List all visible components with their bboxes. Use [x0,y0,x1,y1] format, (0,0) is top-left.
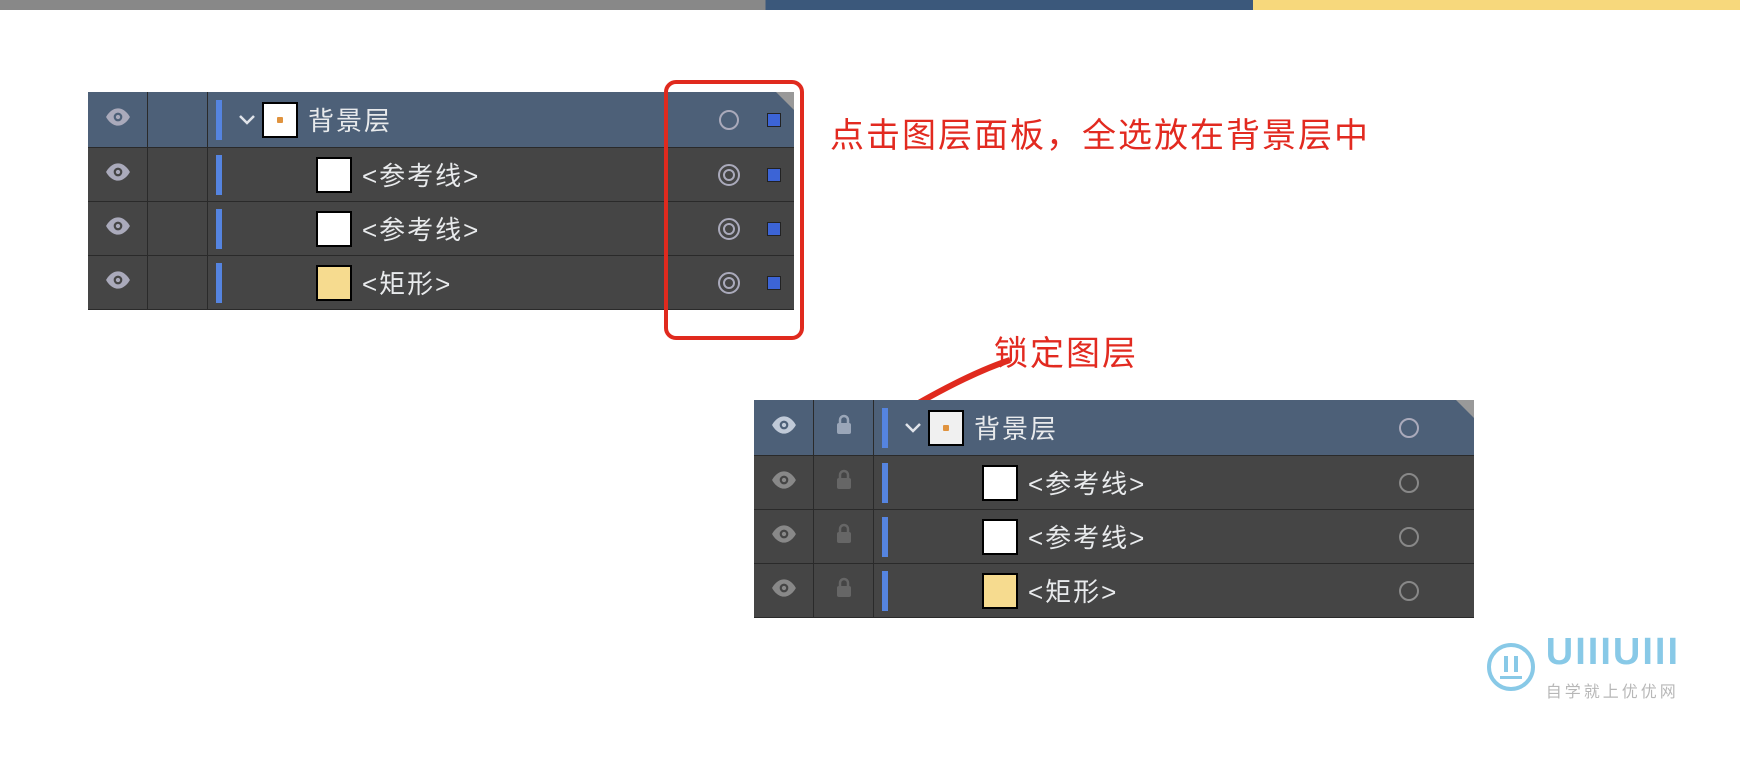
eye-icon [771,524,797,549]
eye-icon [771,415,797,440]
layer-name[interactable]: 背景层 [974,409,1384,446]
layer-color-indicator [882,408,888,448]
target-indicator[interactable] [1384,456,1434,509]
annotation-highlight-box [664,80,804,340]
layer-color-indicator [882,463,888,503]
visibility-toggle[interactable] [754,400,814,455]
visibility-toggle[interactable] [754,456,814,509]
layer-name[interactable]: <参考线> [1028,464,1384,501]
annotation-text-lock-layer: 锁定图层 [994,326,1138,375]
layer-thumbnail [316,265,352,301]
layer-thumbnail [316,157,352,193]
layers-panel-2: 背景层 <参考线> <参考线> <矩形> [754,400,1474,618]
eye-icon [105,270,131,295]
layer-name[interactable]: 背景层 [308,101,704,138]
layer-thumbnail [928,410,964,446]
target-indicator[interactable] [1384,564,1434,617]
eye-icon [771,470,797,495]
eye-icon [105,162,131,187]
layer-thumbnail [316,211,352,247]
visibility-toggle[interactable] [88,148,148,201]
layer-color-indicator [216,263,222,303]
visibility-toggle[interactable] [88,202,148,255]
annotation-text-select-all: 点击图层面板，全选放在背景层中 [830,108,1370,157]
layer-name[interactable]: <参考线> [1028,518,1384,555]
lock-toggle[interactable] [814,400,874,455]
expand-toggle[interactable] [898,422,928,434]
watermark-tagline: 自学就上优优网 [1546,678,1680,702]
eye-icon [771,578,797,603]
lock-icon [834,414,854,441]
visibility-toggle[interactable] [88,92,148,147]
layer-name[interactable]: <参考线> [362,156,704,193]
lock-toggle[interactable] [814,456,874,509]
panel-corner-tag [1456,400,1474,418]
eye-icon [105,107,131,132]
lock-icon [834,523,854,550]
target-indicator[interactable] [1384,400,1434,455]
layer-row[interactable]: <参考线> [754,510,1474,564]
eye-icon [105,216,131,241]
layer-name[interactable]: <矩形> [362,264,704,301]
layer-color-indicator [882,517,888,557]
lock-icon [834,577,854,604]
visibility-toggle[interactable] [754,564,814,617]
layer-thumbnail [982,573,1018,609]
expand-toggle[interactable] [232,114,262,126]
top-color-bar [0,0,1740,10]
watermark: UIIIUIII 自学就上优优网 [1486,631,1680,702]
layer-thumbnail [982,465,1018,501]
lock-toggle[interactable] [814,564,874,617]
layer-color-indicator [216,209,222,249]
layer-thumbnail [262,102,298,138]
layer-name[interactable]: <矩形> [1028,572,1384,609]
layer-name[interactable]: <参考线> [362,210,704,247]
layer-color-indicator [216,100,222,140]
target-indicator[interactable] [1384,510,1434,563]
lock-icon [834,469,854,496]
visibility-toggle[interactable] [754,510,814,563]
visibility-toggle[interactable] [88,256,148,309]
layer-color-indicator [882,571,888,611]
layer-header-row[interactable]: 背景层 [754,400,1474,456]
layer-color-indicator [216,155,222,195]
layer-row[interactable]: <矩形> [754,564,1474,618]
watermark-brand: UIIIUIII [1546,631,1680,674]
lock-toggle[interactable] [814,510,874,563]
layer-row[interactable]: <参考线> [754,456,1474,510]
layer-thumbnail [982,519,1018,555]
